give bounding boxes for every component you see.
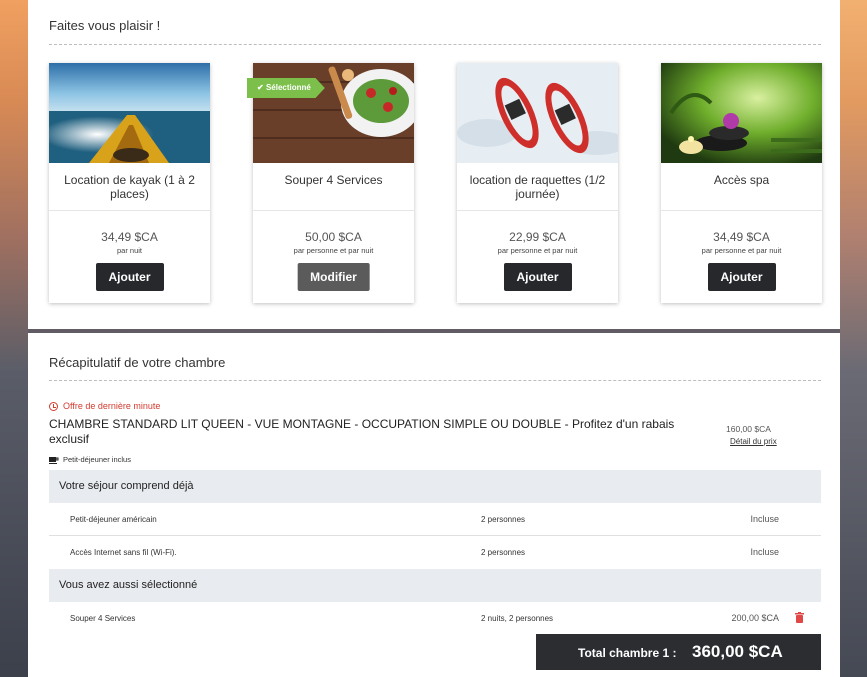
divider <box>49 380 821 381</box>
extra-card-souper[interactable]: ✔ Sélectionné Souper 4 Services 50,00 $C… <box>247 63 414 303</box>
extra-card-raquettes[interactable]: location de raquettes (1/2 journée) 22,9… <box>457 63 618 303</box>
extra-unit: par personne et par nuit <box>293 246 374 255</box>
total-box: Total chambre 1 : 360,00 $CA <box>536 634 821 670</box>
extra-price: 50,00 $CA <box>305 230 362 244</box>
extra-name: Souper 4 Services <box>284 173 383 187</box>
extra-name: Accès spa <box>713 173 770 187</box>
coffee-icon <box>49 456 59 464</box>
price-detail-link[interactable]: Détail du prix <box>730 437 777 446</box>
divider <box>49 44 821 45</box>
background-right <box>840 0 867 677</box>
table-row: Accès Internet sans fil (Wi-Fi). 2 perso… <box>70 547 779 557</box>
table-row: Souper 4 Services 2 nuits, 2 personnes 2… <box>49 602 821 635</box>
kayak-image <box>49 63 210 163</box>
total-label: Total chambre 1 : <box>578 646 677 660</box>
snowshoes-image <box>457 63 618 163</box>
extras-panel: Faites vous plaisir ! Location de kayak … <box>28 0 840 329</box>
add-raquettes-button[interactable]: Ajouter <box>503 263 572 291</box>
summary-panel: Récapitulatif de votre chambre Offre de … <box>28 333 840 677</box>
extra-card-kayak[interactable]: Location de kayak (1 à 2 places) 34,49 $… <box>49 63 210 303</box>
add-kayak-button[interactable]: Ajouter <box>95 263 164 291</box>
extra-unit: par nuit <box>116 246 143 255</box>
spa-image <box>661 63 822 163</box>
clock-icon <box>49 401 58 411</box>
total-value: 360,00 $CA <box>692 642 783 661</box>
room-title: CHAMBRE STANDARD LIT QUEEN - VUE MONTAGN… <box>49 417 675 446</box>
selected-header: Vous avez aussi sélectionné <box>49 569 821 602</box>
extra-name: Location de kayak (1 à 2 places) <box>64 173 195 201</box>
offer-label: Offre de dernière minute <box>49 401 160 411</box>
included-header: Votre séjour comprend déjà <box>49 470 821 503</box>
extra-price: 34,49 $CA <box>101 230 158 244</box>
add-spa-button[interactable]: Ajouter <box>707 263 776 291</box>
room-price: 160,00 $CA <box>726 424 771 434</box>
breakfast-note: Petit-déjeuner inclus <box>49 455 131 464</box>
table-row: Petit-déjeuner américain 2 personnes Inc… <box>49 503 821 536</box>
extra-unit: par personne et par nuit <box>701 246 782 255</box>
trash-icon[interactable] <box>795 612 804 623</box>
extra-name: location de raquettes (1/2 journée) <box>469 173 606 201</box>
extra-card-spa[interactable]: Accès spa 34,49 $CA par personne et par … <box>661 63 822 303</box>
selected-badge: ✔ Sélectionné <box>247 78 325 98</box>
summary-title: Récapitulatif de votre chambre <box>49 355 226 370</box>
extra-price: 22,99 $CA <box>509 230 566 244</box>
background-left <box>0 0 28 677</box>
extras-title: Faites vous plaisir ! <box>49 18 161 33</box>
extra-unit: par personne et par nuit <box>497 246 578 255</box>
modify-souper-button[interactable]: Modifier <box>297 263 370 291</box>
extra-price: 34,49 $CA <box>713 230 770 244</box>
